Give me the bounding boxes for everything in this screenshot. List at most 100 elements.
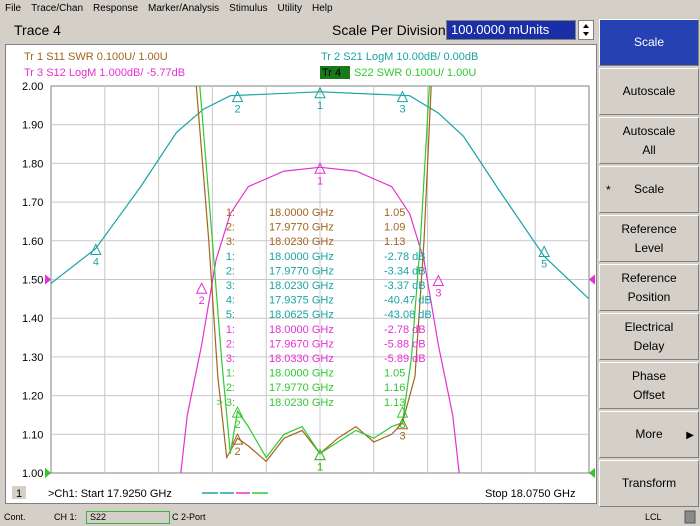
softkey-label: Scale [633,35,665,49]
measurement-window: 2.00 1.90 1.80 1.70 1.60 1.50 1.40 1.30 1.20 1.10… [5,44,597,504]
trace-4-label[interactable]: S22 SWR 0.100U/ 1.00U [354,67,476,79]
marker-label: 1 [317,175,323,187]
marker-table-value: 1.09 [384,222,405,234]
marker-table-value: 1.16 [384,382,405,394]
marker-table-frequency: 18.0230 GHz [269,236,334,248]
softkey-label: Reference [621,221,677,236]
softkey-label: Autoscale [622,123,676,138]
marker-table-value: -2.78 dB [384,251,426,263]
scale-spin-buttons[interactable] [578,20,594,40]
stop-frequency[interactable]: Stop 18.0750 GHz [485,488,576,500]
softkey-autoscale-all[interactable]: Autoscale All [599,117,699,164]
menu-utility[interactable]: Utility [273,0,307,17]
trace-1-label[interactable]: Tr 1 S11 SWR 0.100U/ 1.00U [24,51,168,63]
menu-bar: File Trace/Chan Response Marker/Analysis… [0,0,700,17]
marker-table-number: 5: [226,309,235,321]
y-tick-label: 1.50 [22,275,43,287]
marker-label: 2 [235,104,241,116]
channel-label: CH 1: [54,512,78,522]
marker-label: 3 [399,431,405,443]
active-trace-title: Trace 4 [14,22,61,38]
marker-label: 2 [235,446,241,458]
ref-arrow-left [45,274,51,285]
softkey-label: Electrical [624,319,674,334]
channel-number: 1 [16,488,22,500]
marker-table-number: 1: [226,251,235,263]
marker-label: 1 [317,100,323,112]
softkey-scale[interactable]: * Scale [599,166,699,213]
marker-table-number: 1: [226,368,235,380]
marker-table-number: 2: [226,265,235,277]
marker-table-value: -3.34 dB [384,265,426,277]
spin-arrows-icon [583,24,589,36]
softkey-label: Offset [633,387,665,402]
marker-table-value: -2.78 dB [384,324,426,336]
menu-marker-analysis[interactable]: Marker/Analysis [143,0,224,17]
menu-help[interactable]: Help [307,0,338,17]
start-frequency[interactable]: >Ch1: Start 17.9250 GHz [48,488,172,500]
marker-table-value: 1.13 [384,397,405,409]
menu-file[interactable]: File [0,0,26,17]
marker-table-value: -40.47 dB [384,295,432,307]
softkey-scale[interactable]: Scale [599,19,699,66]
marker-table-frequency: 18.0330 GHz [269,353,334,365]
marker-table-number: > 3: [216,397,235,409]
marker-label: 2 [199,295,205,307]
marker-table-number: 1: [226,324,235,336]
marker-label: 3 [435,288,441,300]
local-indicator: LCL [645,512,662,522]
y-tick-label: 2.00 [22,81,43,93]
marker-table-frequency: 17.9770 GHz [269,222,334,234]
sweep-mode: Cont. [4,512,26,522]
active-parameter[interactable]: S22 [86,511,170,524]
marker-table-value: -3.37 dB [384,280,426,292]
menu-stimulus[interactable]: Stimulus [224,0,272,17]
y-tick-label: 1.90 [22,120,43,132]
entry-toolbar: Trace 4 Scale Per Division 100.0000 mUni… [0,17,597,44]
softkey-transform[interactable]: Transform [599,460,699,507]
trace-chart[interactable]: 2.00 1.90 1.80 1.70 1.60 1.50 1.40 1.30 1.20 1.10… [6,45,596,503]
marker-label: 2 [235,419,241,431]
softkey-more[interactable]: More ▶ [599,411,699,458]
softkey-phase-offset[interactable]: Phase Offset [599,362,699,409]
marker-table-value: -5.89 dB [384,353,426,365]
softkey-reference-position[interactable]: Reference Position [599,264,699,311]
y-tick-label: 1.00 [22,468,43,480]
y-tick-label: 1.80 [22,158,43,170]
marker-table-frequency: 18.0230 GHz [269,280,334,292]
grip-icon [684,510,696,524]
softkey-label: Level [634,240,664,255]
menu-trace-chan[interactable]: Trace/Chan [26,0,88,17]
ref-arrow-right [589,274,595,285]
softkey-panel: Scale Autoscale Autoscale All * Scale Referenc… [599,17,700,508]
marker-table-number: 2: [226,222,235,234]
y-tick-label: 1.70 [22,197,43,209]
y-tick-label: 1.30 [22,352,43,364]
marker-table-number: 2: [226,338,235,350]
marker-label: 4 [93,257,99,269]
marker-table-frequency: 17.9375 GHz [269,295,334,307]
softkey-label: Reference [621,270,677,285]
scale-per-division-input[interactable]: 100.0000 mUnits [446,20,576,40]
marker-label: 5 [541,258,547,270]
calibration-status: C 2-Port [172,512,206,522]
scale-per-division-label: Scale Per Division [332,22,446,38]
trace-3-label[interactable]: Tr 3 S12 LogM 1.000dB/ -5.77dB [24,67,185,79]
trace-2-label[interactable]: Tr 2 S21 LogM 10.00dB/ 0.00dB [321,51,478,63]
submenu-arrow-icon: ▶ [686,430,694,441]
y-tick-label: 1.60 [22,236,43,248]
softkey-label: Scale [633,182,665,196]
softkey-reference-level[interactable]: Reference Level [599,215,699,262]
marker-table-frequency: 18.0625 GHz [269,309,334,321]
menu-response[interactable]: Response [88,0,143,17]
softkey-label: Phase [631,368,667,383]
softkey-autoscale[interactable]: Autoscale [599,68,699,115]
softkey-label: More [635,427,663,441]
softkey-electrical-delay[interactable]: Electrical Delay [599,313,699,360]
trace-4-badge-text: Tr 4 [322,67,341,79]
marker-table-value: 1.13 [384,236,405,248]
marker-table-value: 1.05 [384,368,405,380]
marker-table-frequency: 18.0000 GHz [269,207,334,219]
selected-marker-icon: * [606,183,611,197]
marker-table-frequency: 18.0000 GHz [269,251,334,263]
